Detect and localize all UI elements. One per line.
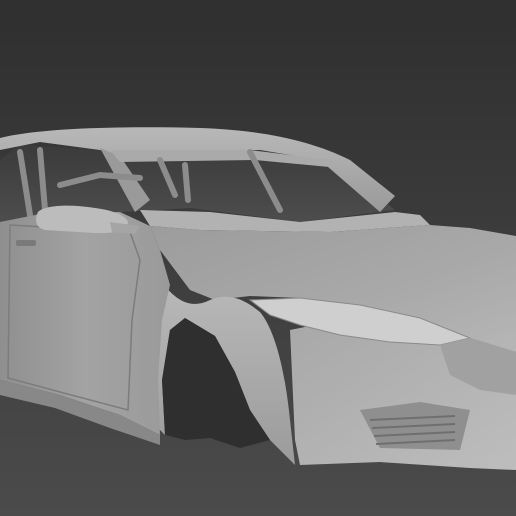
door-handle xyxy=(16,240,36,246)
3d-viewport[interactable] xyxy=(0,0,516,516)
car-body-render xyxy=(0,0,516,516)
